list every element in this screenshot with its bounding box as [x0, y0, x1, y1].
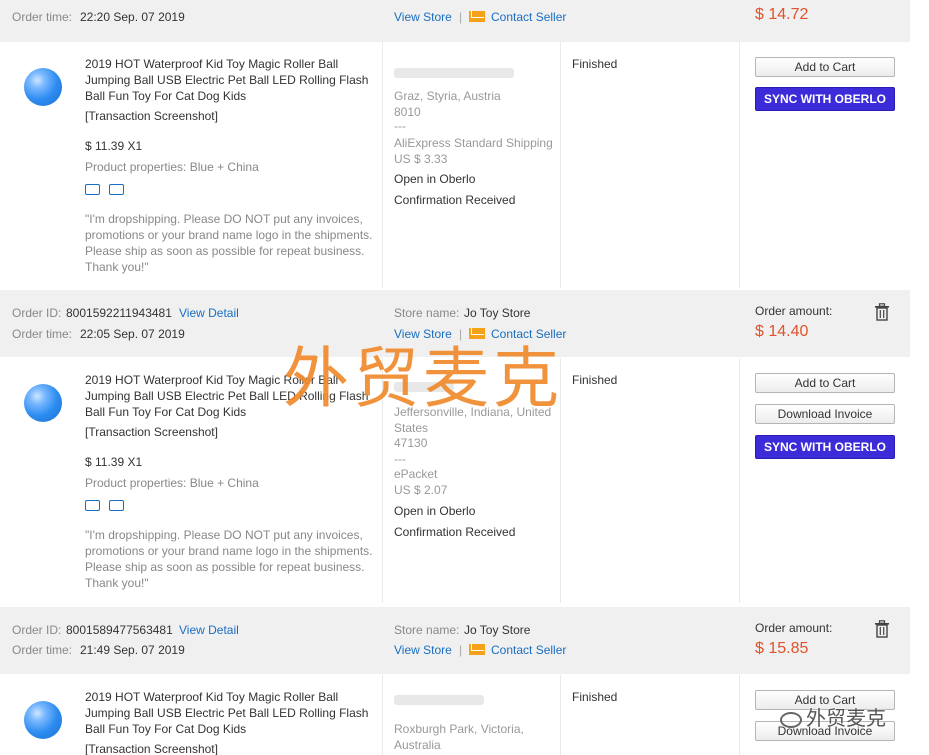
order-time: 22:20 Sep. 07 2019 — [80, 10, 185, 24]
shipping-truck-icon[interactable] — [85, 184, 100, 195]
open-in-oberlo-link[interactable]: Open in Oberlo — [394, 171, 475, 187]
card-icon[interactable] — [109, 500, 124, 511]
add-to-cart-button[interactable]: Add to Cart — [755, 57, 895, 77]
view-store-link[interactable]: View Store — [394, 10, 452, 24]
price-quantity: $ 11.39 X1 — [85, 139, 143, 153]
order-time: 22:05 Sep. 07 2019 — [80, 327, 185, 341]
order-amount: $ 14.40 — [755, 323, 809, 340]
transaction-screenshot-link[interactable]: [Transaction Screenshot] — [85, 424, 218, 440]
order-amount-label: Order amount: — [755, 621, 833, 635]
status-column — [561, 358, 740, 603]
open-in-oberlo-link[interactable]: Open in Oberlo — [394, 503, 475, 519]
corner-watermark-text: 外贸麦克 — [806, 706, 886, 730]
separator: | — [459, 10, 463, 24]
contact-seller-label: Contact Seller — [491, 643, 567, 657]
watermark-text: 外贸麦克 — [283, 340, 563, 417]
order-note: "I'm dropshipping. Please DO NOT put any… — [85, 528, 373, 590]
contact-seller-label: Contact Seller — [491, 10, 567, 24]
status-column — [561, 675, 740, 755]
transaction-screenshot-link[interactable]: [Transaction Screenshot] — [85, 741, 218, 755]
order-id-label: Order ID: — [12, 623, 62, 637]
product-title-link[interactable]: 2019 HOT Waterproof Kid Toy Magic Roller… — [85, 689, 375, 737]
order-time-label: Order time: — [12, 327, 73, 341]
product-thumbnail[interactable] — [24, 68, 62, 106]
divider-text: --- — [394, 452, 406, 466]
contact-seller-link[interactable]: Contact Seller — [469, 10, 566, 24]
order-amount: $ 14.72 — [755, 6, 809, 23]
view-detail-link[interactable]: View Detail — [179, 623, 239, 637]
store-name-label: Store name: — [394, 623, 460, 637]
address-line: Roxburgh Park, Victoria, — [394, 722, 524, 736]
order-amount: $ 15.85 — [755, 640, 809, 657]
order-time-label: Order time: — [12, 643, 73, 657]
order-id: 8001592211943481 — [66, 306, 172, 320]
address-redacted — [394, 691, 484, 707]
product-title-link[interactable]: 2019 HOT Waterproof Kid Toy Magic Roller… — [85, 56, 375, 104]
product-thumbnail[interactable] — [24, 384, 62, 422]
trash-icon[interactable] — [874, 620, 890, 638]
store-name: Jo Toy Store — [464, 306, 531, 320]
trash-icon[interactable] — [874, 303, 890, 321]
mail-icon — [469, 644, 485, 655]
product-properties: Product properties: Blue + China — [85, 160, 259, 174]
order-1-body: 2019 HOT Waterproof Kid Toy Magic Roller… — [0, 42, 910, 288]
store-name: Jo Toy Store — [464, 623, 531, 637]
separator: | — [459, 643, 463, 657]
contact-seller-link[interactable]: Contact Seller — [469, 643, 566, 657]
order-amount-label: Order amount: — [755, 304, 833, 318]
divider-text: --- — [394, 119, 406, 133]
address-line: Graz, Styria, Austria — [394, 89, 501, 103]
status-column — [561, 42, 740, 288]
order-status: Finished — [572, 57, 618, 71]
order-1-header: Order time: 22:20 Sep. 07 2019 View Stor… — [0, 0, 910, 42]
address-redacted — [394, 64, 514, 80]
add-to-cart-button[interactable]: Add to Cart — [755, 373, 895, 393]
price-quantity: $ 11.39 X1 — [85, 455, 143, 469]
shipping-cost: US $ 2.07 — [394, 483, 448, 497]
transaction-screenshot-link[interactable]: [Transaction Screenshot] — [85, 108, 218, 124]
corner-watermark: 外贸麦克 — [780, 702, 886, 731]
sync-with-oberlo-button[interactable]: SYNC WITH OBERLO — [755, 435, 895, 459]
store-name-label: Store name: — [394, 306, 460, 320]
wechat-icon — [780, 712, 802, 728]
order-time: 21:49 Sep. 07 2019 — [80, 643, 185, 657]
view-detail-link[interactable]: View Detail — [179, 306, 239, 320]
shipping-method: AliExpress Standard Shipping — [394, 136, 553, 150]
mail-icon — [469, 11, 485, 22]
order-3-header: Order ID: 8001589477563481 View Detail O… — [0, 607, 910, 674]
shipping-cost: US $ 3.33 — [394, 152, 448, 166]
shipping-truck-icon[interactable] — [85, 500, 100, 511]
order-time-label: Order time: — [12, 10, 73, 24]
confirmation-status: Confirmation Received — [394, 525, 516, 539]
product-properties: Product properties: Blue + China — [85, 476, 259, 490]
country: Australia — [394, 738, 441, 752]
download-invoice-button[interactable]: Download Invoice — [755, 404, 895, 424]
card-icon[interactable] — [109, 184, 124, 195]
postcode: 47130 — [394, 436, 428, 450]
order-status: Finished — [572, 690, 618, 704]
shipping-method: ePacket — [394, 467, 438, 481]
order-3-body: 2019 HOT Waterproof Kid Toy Magic Roller… — [0, 675, 910, 755]
product-thumbnail[interactable] — [24, 701, 62, 739]
confirmation-status: Confirmation Received — [394, 193, 516, 207]
order-id-label: Order ID: — [12, 306, 62, 320]
order-status: Finished — [572, 373, 618, 387]
order-id: 8001589477563481 — [66, 623, 173, 637]
sync-with-oberlo-button[interactable]: SYNC WITH OBERLO — [755, 87, 895, 111]
view-store-link[interactable]: View Store — [394, 643, 452, 657]
order-note: "I'm dropshipping. Please DO NOT put any… — [85, 212, 373, 274]
